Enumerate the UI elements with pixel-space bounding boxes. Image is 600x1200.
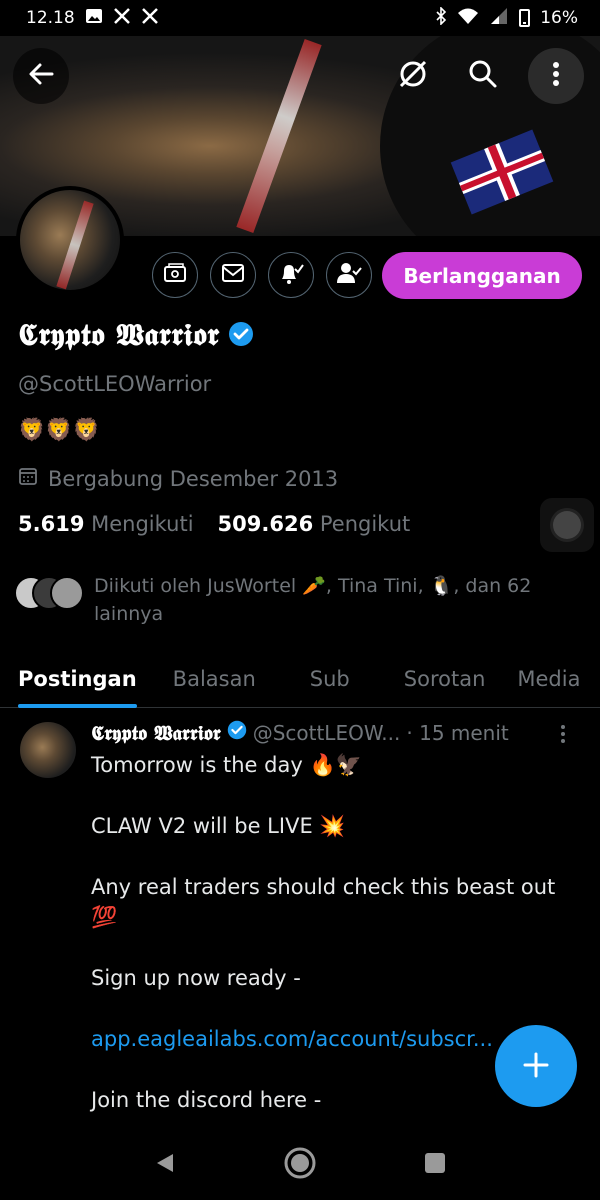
recents-square-icon[interactable]: [423, 1151, 447, 1179]
joined-text: Bergabung Desember 2013: [48, 466, 339, 491]
post-line: Sign up now ready -: [91, 966, 301, 990]
more-vertical-icon: [560, 725, 566, 750]
battery-icon: [519, 9, 531, 27]
following-label: Mengikuti: [91, 512, 194, 536]
followers-count: 509.626: [217, 512, 314, 536]
followed-by[interactable]: Diikuti oleh JusWortel 🥕, Tina Tini, 🐧, …: [14, 572, 564, 628]
search-button[interactable]: [455, 48, 511, 104]
message-button[interactable]: [210, 252, 256, 298]
x-logo-icon: [141, 7, 159, 29]
post-more-button[interactable]: [560, 724, 566, 750]
arrow-left-icon: [27, 60, 55, 92]
followed-by-text: Diikuti oleh JusWortel 🥕, Tina Tini, 🐧, …: [94, 575, 532, 625]
compose-fab-button[interactable]: [495, 1025, 577, 1107]
bluetooth-icon: [435, 6, 447, 29]
grok-button[interactable]: [385, 48, 441, 104]
display-name-row: 𝕮𝖗𝖞𝖕𝖙𝖔 𝖂𝖆𝖗𝖗𝖎𝖔𝖗: [18, 318, 254, 353]
more-vertical-icon: [552, 61, 560, 91]
tab-balasan[interactable]: Balasan: [155, 650, 274, 708]
post-time: · 15 menit: [406, 720, 509, 745]
user-check-icon: [336, 261, 362, 289]
followed-by-avatars: [14, 572, 84, 612]
signal-icon: [489, 7, 509, 29]
tab-sub[interactable]: Sub: [274, 650, 386, 708]
post-line: Any real traders should check this beast…: [91, 875, 556, 929]
post-line: CLAW V2 will be LIVE 💥: [91, 814, 346, 838]
system-nav-bar: [0, 1130, 600, 1200]
x-logo-icon: [113, 7, 131, 29]
wifi-icon: [457, 7, 479, 29]
follow-stats: 5.619 Mengikuti 509.626 Pengikut: [18, 512, 410, 536]
more-options-button[interactable]: [528, 48, 584, 104]
tab-media[interactable]: Media: [503, 650, 598, 708]
following-count: 5.619: [18, 512, 85, 536]
following-link[interactable]: 5.619 Mengikuti: [18, 512, 194, 536]
calendar-icon: [18, 466, 38, 491]
notifications-button[interactable]: [268, 252, 314, 298]
grok-icon: [396, 57, 430, 95]
image-icon: [85, 8, 103, 28]
tab-sorotan[interactable]: Sorotan: [386, 650, 504, 708]
money-icon: [163, 262, 187, 288]
profile-avatar[interactable]: [16, 186, 124, 294]
profile-tabs: Postingan Balasan Sub Sorotan Media: [0, 650, 600, 708]
post-author[interactable]: 𝕮𝖗𝖞𝖕𝖙𝖔 𝖂𝖆𝖗𝖗𝖎𝖔𝖗: [91, 721, 221, 745]
post-line: Tomorrow is the day 🔥🦅: [91, 753, 362, 777]
joined-date: Bergabung Desember 2013: [18, 466, 338, 491]
followers-label: Pengikut: [319, 512, 411, 536]
status-time: 12.18: [26, 8, 75, 28]
verified-badge-icon[interactable]: [228, 321, 254, 351]
post-handle: @ScottLEOW...: [252, 720, 401, 745]
followers-link[interactable]: 509.626 Pengikut: [218, 512, 411, 536]
status-bar: 12.18 16%: [0, 0, 600, 36]
subscribe-button[interactable]: Berlangganan: [382, 252, 582, 299]
bell-check-icon: [278, 261, 304, 289]
plus-icon: [522, 1043, 550, 1089]
tip-button[interactable]: [152, 252, 198, 298]
profile-handle: @ScottLEOWarrior: [18, 372, 212, 396]
verified-badge-icon: [227, 720, 247, 745]
back-triangle-icon[interactable]: [153, 1151, 177, 1179]
back-button[interactable]: [13, 48, 69, 104]
search-icon: [468, 59, 498, 93]
profile-bio: 🦁🦁🦁: [18, 418, 101, 443]
post-header: 𝕮𝖗𝖞𝖕𝖙𝖔 𝖂𝖆𝖗𝖗𝖎𝖔𝖗 @ScottLEOW... · 15 menit: [91, 720, 509, 745]
display-name: 𝕮𝖗𝖞𝖕𝖙𝖔 𝖂𝖆𝖗𝖗𝖎𝖔𝖗: [18, 318, 220, 353]
following-button[interactable]: [326, 252, 372, 298]
envelope-icon: [221, 263, 245, 287]
battery-percent: 16%: [540, 8, 578, 28]
home-circle-icon[interactable]: [283, 1146, 317, 1184]
tab-postingan[interactable]: Postingan: [0, 650, 155, 708]
floating-bubble-button[interactable]: [540, 498, 594, 552]
post-avatar[interactable]: [20, 722, 76, 778]
